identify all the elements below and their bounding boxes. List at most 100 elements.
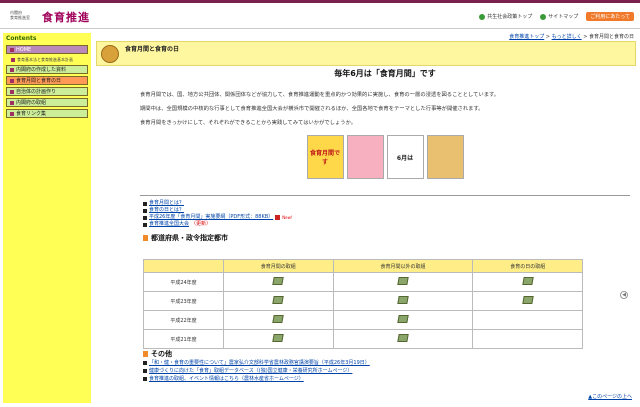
- page-title: 食育月間と食育の日: [125, 46, 180, 53]
- table-row: 平成21年度: [143, 329, 583, 349]
- bullet-icon: [10, 100, 14, 105]
- new-badge: New!: [282, 215, 293, 220]
- link-what-is-day[interactable]: 食育の日とは？: [149, 207, 184, 214]
- header-link-sitemap[interactable]: サイトマップ: [540, 13, 578, 20]
- document-icon[interactable]: [272, 277, 284, 285]
- link-list: 食育月間とは？ 食育の日とは？ 平成26年度「食育月間」実施要綱（PDF形式：8…: [143, 200, 630, 243]
- table-cell[interactable]: [332, 329, 474, 349]
- row-label: 平成23年度: [143, 291, 224, 311]
- square-bullet-icon: [143, 369, 147, 373]
- document-icon[interactable]: [522, 277, 534, 285]
- org-name: 内閣府 食育推進室: [10, 10, 30, 20]
- section-marker-icon: [143, 235, 148, 241]
- table-cell[interactable]: [223, 272, 334, 292]
- document-icon[interactable]: [522, 296, 534, 304]
- square-bullet-icon: [143, 201, 147, 206]
- paragraph: 食育月間では、国、地方公共団体、関係団体などが協力して、食育推進運動を重点的かつ…: [140, 92, 500, 98]
- sidebar-item-shokuiku-month[interactable]: 食育月間と食育の日: [6, 76, 88, 85]
- document-icon[interactable]: [397, 315, 409, 323]
- document-icon[interactable]: [272, 296, 284, 304]
- document-icon[interactable]: [397, 277, 409, 285]
- section-heading: 都道府県・政令指定都市: [143, 233, 630, 243]
- table-cell: [472, 310, 583, 330]
- table-cell[interactable]: [223, 329, 334, 349]
- table-cell[interactable]: [332, 291, 474, 311]
- list-item: 食育の日とは？: [143, 207, 630, 214]
- square-bullet-icon: [143, 215, 147, 220]
- poster-image: [346, 135, 384, 179]
- sidebar-item-documents[interactable]: 内閣府の作成した資料: [6, 65, 88, 74]
- breadcrumb-link-top[interactable]: 食育推進トップ: [509, 34, 544, 40]
- link-national-convention[interactable]: 食育推進全国大会: [149, 221, 189, 228]
- arrow-circle-icon: [540, 13, 547, 20]
- poster-image: 6月は: [386, 135, 424, 179]
- breadcrumb-current: 食育月間と食育の日: [588, 34, 634, 40]
- arrow-circle-icon: [479, 13, 486, 20]
- other-section: その他 「和・健・食育の重要性について」農家弘介文部科学省農林政務官講演要旨（平…: [143, 349, 630, 383]
- section-heading: その他: [143, 349, 630, 359]
- document-icon[interactable]: [397, 334, 409, 342]
- header-link-top[interactable]: 共生社会政策トップ: [479, 13, 532, 20]
- sidebar-item-cabinet-efforts[interactable]: 内閣府の取組: [6, 98, 88, 107]
- list-item: 食育推進全国大会 （更新）: [143, 221, 630, 228]
- table-header-row: 食育月間の取組 食育月間以外の取組 食育の日の取組: [143, 259, 583, 273]
- poster-image: [426, 135, 464, 179]
- divider: [140, 195, 630, 196]
- sidebar: Contents HOME 食育基本法と食育推進基本計画 内閣府の作成した資料 …: [3, 33, 91, 403]
- row-label: 平成22年度: [143, 310, 224, 330]
- table-header-cell: 食育月間の取組: [223, 259, 334, 273]
- link-implementation-pdf[interactable]: 平成26年度「食育月間」実施要綱（PDF形式：88KB）: [149, 214, 273, 221]
- table-cell[interactable]: [472, 291, 583, 311]
- help-button[interactable]: ご利用にあたって: [586, 12, 634, 21]
- sidebar-item-links[interactable]: 食育リンク集: [6, 109, 88, 118]
- main-heading: 毎年6月は「食育月間」です: [334, 69, 436, 78]
- sidebar-item-municipal-plans[interactable]: 自治体の計画作り: [6, 87, 88, 96]
- link-lecture-summary[interactable]: 「和・健・食育の重要性について」農家弘介文部科学省農林政務官講演要旨（平成26年…: [149, 359, 370, 367]
- list-item: 平成26年度「食育月間」実施要綱（PDF形式：88KB） New!: [143, 214, 630, 221]
- sidebar-subitem-basic-law[interactable]: 食育基本法と食育推進基本計画: [11, 56, 88, 63]
- document-icon[interactable]: [272, 315, 284, 323]
- page-header-band: 食育月間と食育の日: [96, 41, 636, 66]
- poster-images: 食育月間です 6月は: [140, 135, 630, 179]
- table-cell[interactable]: [223, 291, 334, 311]
- list-item: 食育月間とは？: [143, 200, 630, 207]
- table-row: 平成23年度: [143, 291, 583, 311]
- link-what-is-month[interactable]: 食育月間とは？: [149, 200, 184, 207]
- update-badge: （更新）: [191, 221, 212, 227]
- header-links: 共生社会政策トップ サイトマップ ご利用にあたって: [479, 12, 634, 21]
- section-marker-icon: [143, 351, 148, 357]
- site-header: 内閣府 食育推進室 食育推進 共生社会政策トップ サイトマップ ご利用にあたって: [0, 3, 640, 29]
- sidebar-title: Contents: [6, 35, 37, 42]
- paragraph: 期間中は、全国規模の中核的な行事として食育推進全国大会が横浜市で開催されるほか、…: [140, 106, 484, 112]
- paragraph: 食育月間をきっかけにして、それぞれができることから実践してみてはいかがでしょうか…: [140, 120, 357, 126]
- link-database[interactable]: 健康づくりに向けた「食育」取組データベース（(独)国立健康・栄養研究所ホームペー…: [149, 367, 352, 375]
- table-header-cell: [143, 259, 224, 273]
- table-header-cell: 食育月間以外の取組: [332, 259, 474, 273]
- document-icon[interactable]: [397, 296, 409, 304]
- bullet-icon: [10, 111, 14, 116]
- table-cell[interactable]: [332, 272, 474, 292]
- table-cell: [472, 329, 583, 349]
- square-bullet-icon: [143, 361, 147, 365]
- bullet-icon: [10, 67, 14, 72]
- link-maff-events[interactable]: 食育推進の取組、イベント情報はこちら（農林水産省ホームページ）: [149, 375, 304, 383]
- square-bullet-icon: [143, 377, 147, 381]
- main-content: 毎年6月は「食育月間」です 食育月間では、国、地方公共団体、関係団体などが協力し…: [140, 68, 630, 179]
- breadcrumb-link-more[interactable]: もっと詳しく: [552, 34, 582, 40]
- list-item: 「和・健・食育の重要性について」農家弘介文部科学省農林政務官講演要旨（平成26年…: [143, 359, 630, 367]
- pdf-icon: [275, 215, 281, 220]
- list-item: 食育推進の取組、イベント情報はこちら（農林水産省ホームページ）: [143, 375, 630, 383]
- sidebar-item-home[interactable]: HOME: [6, 45, 88, 54]
- table-cell[interactable]: [472, 272, 583, 292]
- poster-image: 食育月間です: [306, 135, 344, 179]
- table-cell[interactable]: [332, 310, 474, 330]
- table-cell[interactable]: [223, 310, 334, 330]
- row-label: 平成24年度: [143, 272, 224, 292]
- document-icon[interactable]: [272, 334, 284, 342]
- bullet-icon: [11, 57, 15, 62]
- list-item: 健康づくりに向けた「食育」取組データベース（(独)国立健康・栄養研究所ホームペー…: [143, 367, 630, 375]
- row-label: 平成21年度: [143, 329, 224, 349]
- site-title[interactable]: 食育推進: [42, 9, 90, 25]
- scroll-arrow-icon[interactable]: ◀: [620, 291, 628, 299]
- page-top-link[interactable]: ▲このページの上へ: [588, 393, 632, 400]
